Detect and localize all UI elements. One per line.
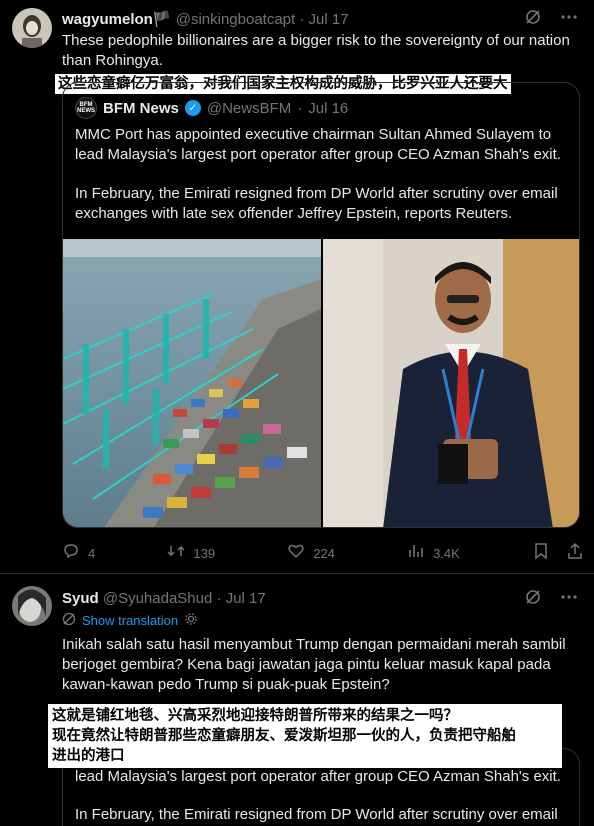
quote-media[interactable] [63, 239, 579, 527]
bookmark-icon[interactable] [532, 542, 550, 565]
views-button[interactable]: 3.4K [407, 542, 460, 565]
reply-icon [62, 542, 80, 565]
tweet-text: These pedophile billionaires are a bigge… [62, 32, 570, 69]
tweet-2[interactable]: Syud @SyuhadaShud · Jul 17 Show translat… [0, 574, 594, 826]
tweet-header: Syud @SyuhadaShud · Jul 17 [62, 590, 266, 607]
more-options-icon[interactable] [560, 588, 578, 611]
reply-count: 4 [88, 546, 96, 561]
tweet-actions: 4 139 224 3.4K [62, 542, 584, 565]
settings-gear-icon[interactable] [184, 612, 198, 629]
handle[interactable]: @sinkingboatcapt [176, 11, 295, 28]
separator-dot: · [216, 590, 222, 607]
avatar-image [12, 586, 52, 626]
timestamp[interactable]: Jul 17 [226, 590, 266, 607]
repost-count: 139 [193, 546, 216, 561]
like-button[interactable]: 224 [287, 542, 335, 565]
quote-text-para-2: In February, the Emirati resigned from D… [75, 185, 558, 222]
quote-timestamp[interactable]: Jul 16 [308, 100, 348, 117]
reply-button[interactable]: 4 [62, 542, 95, 565]
more-options-icon[interactable] [560, 8, 578, 31]
share-icon[interactable] [566, 542, 584, 565]
tweet-top-icons [524, 588, 578, 611]
quote-handle[interactable]: @NewsBFM [207, 100, 291, 117]
avatar[interactable] [12, 8, 52, 48]
verified-badge-icon: ✓ [184, 100, 201, 116]
quote-header: BFM NEWS BFM News ✓ @NewsBFM · Jul 16 [75, 97, 348, 119]
translation-line-1: 这就是铺红地毯、兴高采烈地迎接特朗普所带来的结果之一吗？ [52, 708, 458, 724]
flag-icon: 🏴 [152, 11, 172, 28]
avatar-image [12, 8, 52, 48]
views-count: 3.4K [433, 546, 460, 561]
tweet-text: Inikah salah satu hasil menyambut Trump … [62, 636, 566, 693]
tweet-top-icons [524, 8, 578, 31]
timestamp[interactable]: Jul 17 [309, 11, 349, 28]
views-chart-icon [407, 542, 425, 565]
quoted-tweet[interactable]: BFM NEWS BFM News ✓ @NewsBFM · Jul 16 MM… [62, 82, 580, 528]
translation-line-2: 现在竟然让特朗普那些恋童癖朋友、爱泼斯坦那一伙的人，负责把守船舶 [52, 728, 516, 744]
avatar[interactable] [12, 586, 52, 626]
quote-avatar-text-2: NEWS [77, 108, 95, 114]
separator-dot: · [299, 11, 305, 28]
repost-icon [167, 542, 185, 565]
display-name[interactable]: wagyumelon [62, 11, 153, 28]
portrait-photo-image[interactable] [323, 239, 579, 527]
quote-avatar[interactable]: BFM NEWS [75, 97, 97, 119]
like-count: 224 [313, 546, 335, 561]
repost-button[interactable]: 139 [167, 542, 215, 565]
translate-icon [62, 612, 76, 629]
translation-overlay: 这就是铺红地毯、兴高采烈地迎接特朗普所带来的结果之一吗？ 现在竟然让特朗普那些恋… [48, 704, 562, 768]
extra-actions [532, 542, 584, 565]
handle[interactable]: @SyuhadaShud [103, 590, 212, 607]
grok-icon[interactable] [524, 8, 542, 31]
heart-icon [287, 542, 305, 565]
quote-text-para-1: MMC Port has appointed executive chairma… [75, 126, 561, 163]
port-containers-image[interactable] [63, 239, 321, 527]
quote-text-line: lead Malaysia's largest port operator af… [75, 768, 561, 785]
quote-display-name[interactable]: BFM News [103, 100, 179, 117]
tweet-header: wagyumelon🏴 @sinkingboatcapt · Jul 17 [62, 10, 349, 28]
quote-text-line: In February, the Emirati resigned from D… [75, 806, 558, 823]
show-translation-link[interactable]: Show translation [82, 613, 178, 628]
display-name[interactable]: Syud [62, 590, 99, 607]
show-translation-row: Show translation [62, 612, 198, 629]
translation-line-3: 进出的港口 [52, 748, 125, 764]
separator-dot: · [297, 99, 303, 117]
grok-icon[interactable] [524, 588, 542, 611]
tweet-1[interactable]: wagyumelon🏴 @sinkingboatcapt · Jul 17 Th… [0, 0, 594, 572]
